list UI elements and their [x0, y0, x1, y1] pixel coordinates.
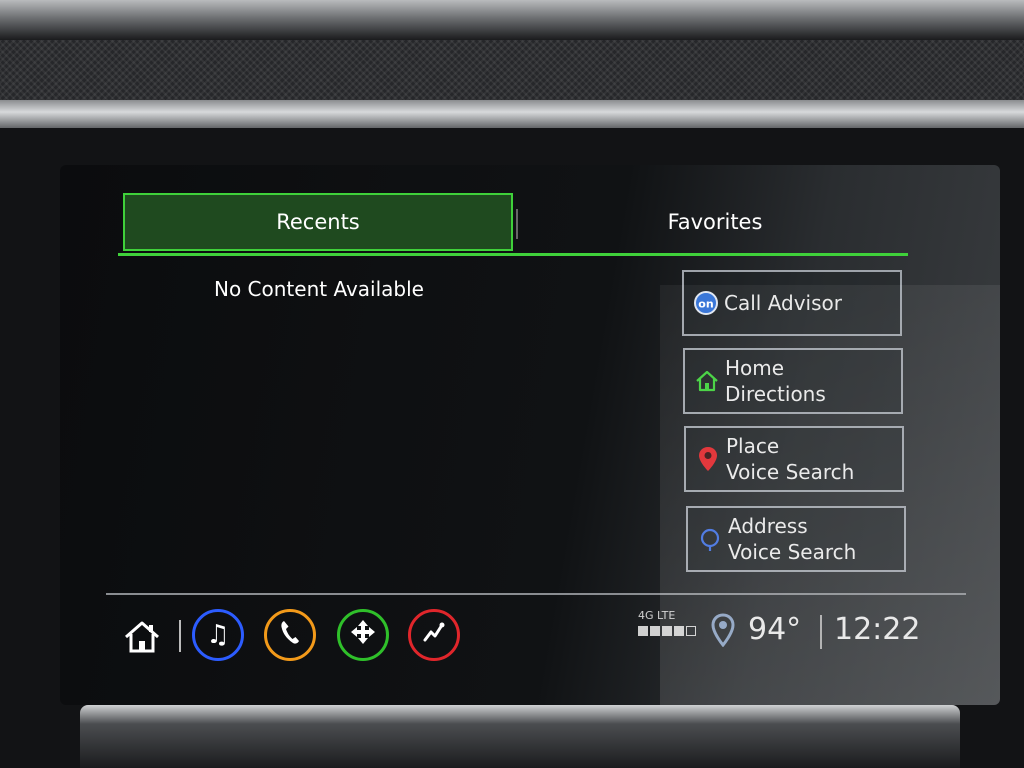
address-pin-icon — [692, 526, 728, 552]
location-pin-icon — [690, 445, 726, 473]
nav-separator — [179, 620, 181, 652]
place-voice-search-line1: Place — [726, 434, 780, 458]
address-voice-search-line2: Voice Search — [728, 540, 857, 564]
svg-text:on: on — [698, 298, 713, 311]
clock: 12:22 — [834, 612, 921, 647]
network-label: 4G LTE — [638, 609, 676, 622]
infotainment-screen: Recents Favorites No Content Available o… — [60, 165, 1000, 705]
home-directions-line2: Directions — [725, 382, 826, 406]
home-icon — [689, 368, 725, 394]
call-advisor-label: Call Advisor — [724, 291, 842, 315]
dashboard-chrome-band — [0, 100, 1024, 130]
home-directions-line1: Home — [725, 356, 785, 380]
address-voice-search-line1: Address — [728, 514, 808, 538]
outside-temperature: 94° — [748, 612, 802, 647]
call-advisor-button[interactable]: on Call Advisor — [682, 270, 902, 336]
tab-favorites[interactable]: Favorites — [520, 193, 910, 251]
navigation-icon — [349, 618, 377, 653]
bottom-bar-divider — [106, 593, 966, 595]
location-icon — [710, 613, 736, 648]
tab-recents[interactable]: Recents — [123, 193, 513, 251]
onstar-icon: on — [688, 290, 724, 316]
signal-bars-icon — [638, 626, 702, 636]
nav-phone-button[interactable] — [264, 609, 316, 661]
nav-home-button[interactable] — [122, 617, 162, 657]
place-voice-search-button[interactable]: Place Voice Search — [684, 426, 904, 492]
tab-favorites-label: Favorites — [667, 210, 763, 234]
network-status: 4G LTE — [638, 609, 702, 636]
tab-underline — [118, 253, 908, 256]
tab-divider — [516, 209, 518, 239]
address-voice-search-button[interactable]: Address Voice Search — [686, 506, 906, 572]
dashboard-mesh — [0, 40, 1024, 100]
empty-message: No Content Available — [214, 277, 424, 301]
nav-navigation-button[interactable] — [337, 609, 389, 661]
status-separator — [820, 615, 822, 649]
nav-audio-button[interactable]: ♫ — [192, 609, 244, 661]
dashboard-bottom-trim — [80, 705, 960, 768]
phone-icon — [279, 619, 301, 652]
apps-icon — [420, 618, 448, 653]
nav-apps-button[interactable] — [408, 609, 460, 661]
home-directions-button[interactable]: Home Directions — [683, 348, 903, 414]
place-voice-search-line2: Voice Search — [726, 460, 855, 484]
dashboard-trim-top — [0, 0, 1024, 40]
music-icon: ♫ — [206, 620, 230, 650]
home-icon — [125, 621, 159, 653]
tab-recents-label: Recents — [276, 210, 360, 234]
